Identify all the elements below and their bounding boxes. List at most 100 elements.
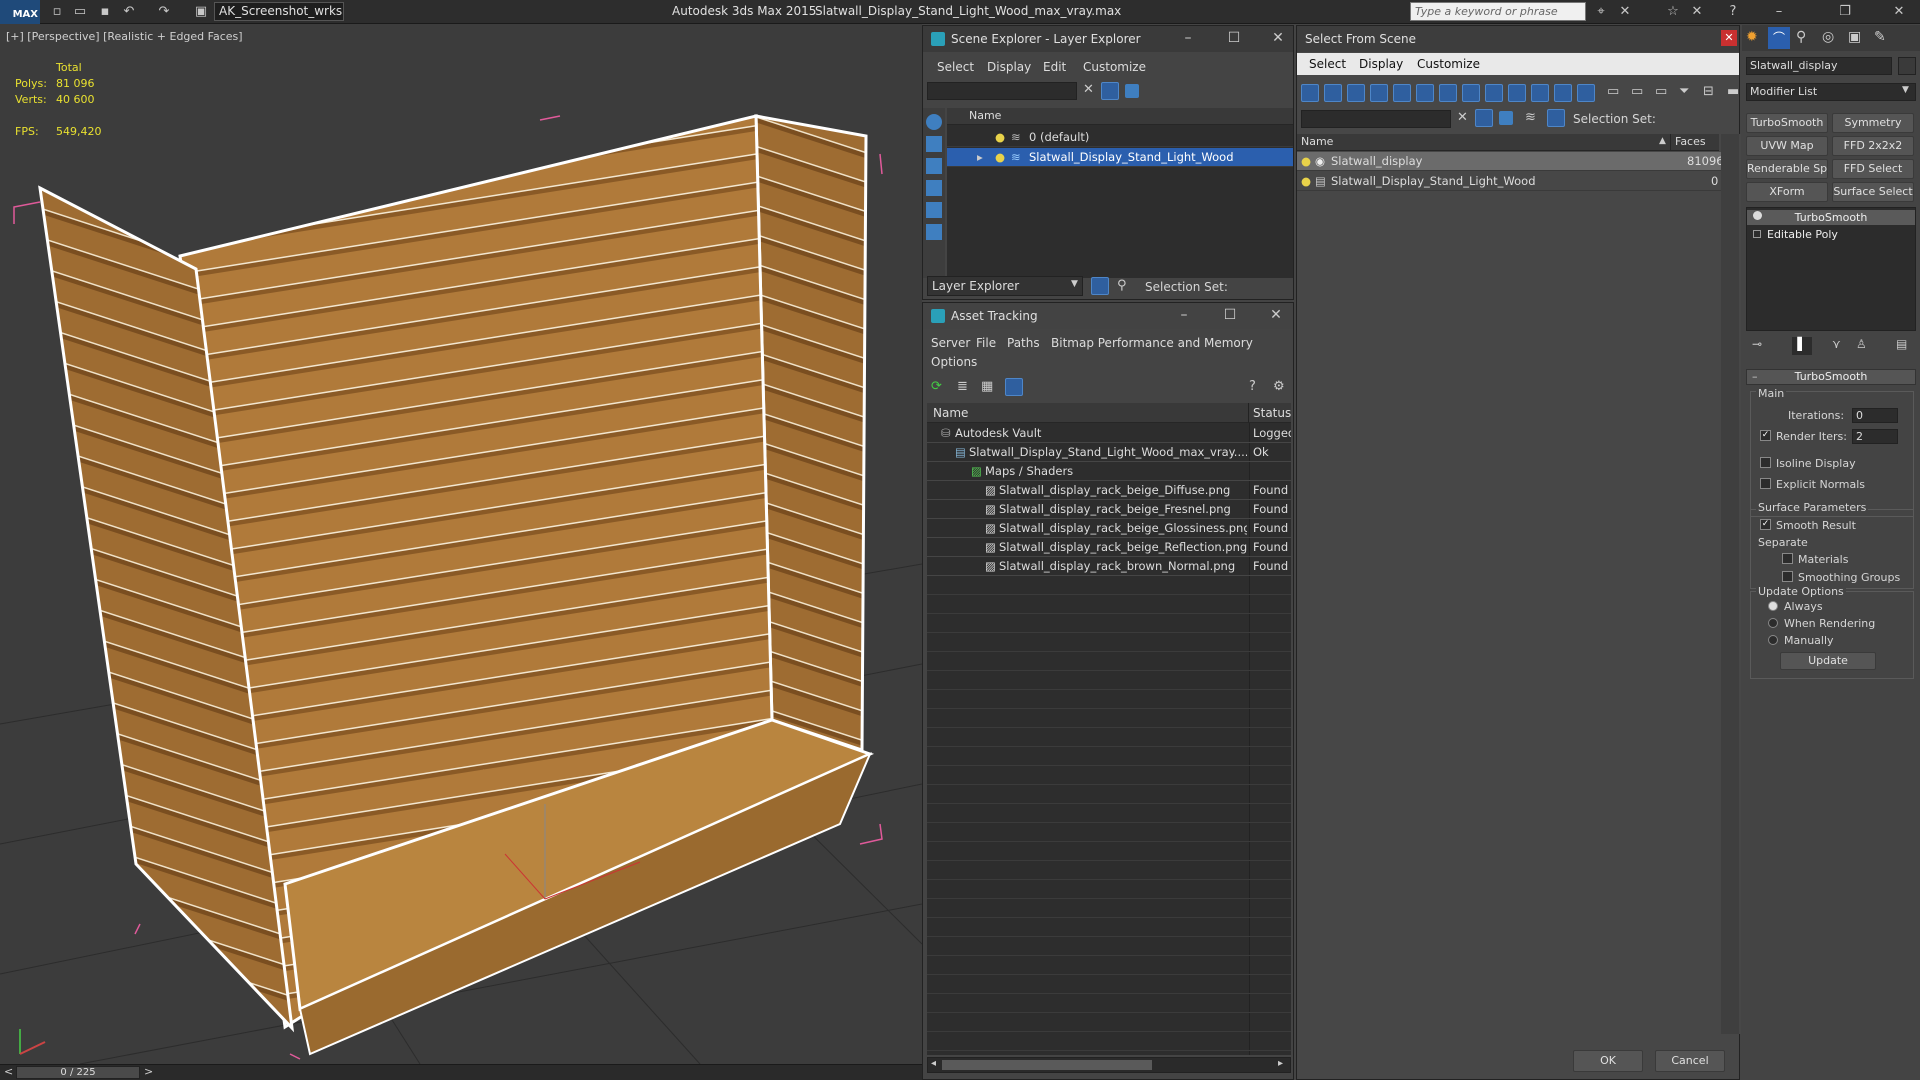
- menu-edit[interactable]: Edit: [1043, 60, 1066, 74]
- close-icon[interactable]: ✕: [1263, 26, 1293, 52]
- project-icon[interactable]: ▣: [192, 3, 210, 21]
- close-x-icon[interactable]: ✕: [1688, 3, 1706, 21]
- light-bulb-icon[interactable]: ●: [995, 148, 1005, 167]
- thumbnail-icon[interactable]: ▦: [981, 379, 993, 394]
- modify-tab-icon[interactable]: ⌒: [1768, 27, 1790, 49]
- find-input[interactable]: [927, 82, 1077, 100]
- explicit-normals-checkbox[interactable]: [1760, 478, 1771, 489]
- remove-modifier-icon[interactable]: ♙: [1856, 337, 1867, 351]
- modifier-button-ffd-select[interactable]: FFD Select: [1832, 159, 1914, 179]
- settings-icon[interactable]: ⚙: [1273, 379, 1285, 394]
- expand-arrow-icon[interactable]: ▸: [977, 148, 983, 167]
- show-end-result-icon[interactable]: ▌: [1792, 337, 1812, 355]
- maximize-icon[interactable]: ☐: [1219, 26, 1249, 52]
- clear-icon[interactable]: ✕: [1457, 110, 1468, 125]
- list-icon[interactable]: ≣: [957, 379, 968, 394]
- modifier-button-uvw-map[interactable]: UVW Map: [1746, 136, 1828, 156]
- smooth-result-checkbox[interactable]: ✓: [1760, 519, 1771, 530]
- vertical-scrollbar[interactable]: [1721, 134, 1739, 1034]
- modifier-button-ffd-2x2x2[interactable]: FFD 2x2x2: [1832, 136, 1914, 156]
- expand-icon[interactable]: [1753, 230, 1761, 238]
- display-tab-icon[interactable]: ▣: [1848, 29, 1861, 45]
- refresh-icon[interactable]: ⟳: [931, 379, 942, 394]
- materials-checkbox[interactable]: [1782, 553, 1793, 564]
- modifier-button-renderable-spline[interactable]: Renderable Spline: [1746, 159, 1828, 179]
- layers-icon[interactable]: ≋: [1525, 110, 1536, 125]
- display-geometry-icon[interactable]: [1324, 84, 1342, 102]
- motion-tab-icon[interactable]: ◎: [1822, 29, 1834, 45]
- utilities-tab-icon[interactable]: ✎: [1874, 29, 1886, 45]
- ok-button[interactable]: OK: [1573, 1050, 1643, 1072]
- object-name-field[interactable]: Slatwall_display: [1746, 57, 1892, 75]
- dropdown-arrow-icon[interactable]: ▼: [1902, 85, 1909, 95]
- smoothing-groups-checkbox[interactable]: [1782, 571, 1793, 582]
- menu-display[interactable]: Display: [987, 60, 1031, 74]
- menu-select[interactable]: Select: [1309, 57, 1346, 71]
- stack-item-turbosmooth[interactable]: TurboSmooth: [1747, 210, 1915, 225]
- pin-stack-icon[interactable]: ⊸: [1752, 337, 1762, 351]
- column-header-name[interactable]: Name: [947, 108, 1293, 125]
- column-header-name[interactable]: Name: [1297, 134, 1671, 151]
- render-iters-checkbox[interactable]: ✓: [1760, 430, 1771, 441]
- display-groups-icon[interactable]: [1462, 84, 1480, 102]
- rollout-header[interactable]: TurboSmooth: [1746, 369, 1916, 385]
- timeline-next-icon[interactable]: >: [144, 1065, 153, 1078]
- hierarchy-icon[interactable]: ⚲: [1117, 278, 1127, 293]
- minimize-icon[interactable]: –: [1173, 26, 1203, 52]
- menu-display[interactable]: Display: [1359, 57, 1403, 71]
- display-cameras-icon[interactable]: [1393, 84, 1411, 102]
- select-none-icon[interactable]: ▭: [1631, 84, 1643, 99]
- menu-server[interactable]: Server: [931, 336, 970, 350]
- asset-row[interactable]: ▨ Slatwall_display_rack_beige_Reflection.…: [927, 538, 1291, 557]
- display-shapes-icon[interactable]: [1347, 84, 1365, 102]
- new-icon[interactable]: ▫: [48, 3, 66, 21]
- display-geometry-icon[interactable]: [926, 136, 942, 152]
- asset-row[interactable]: ⛁ Autodesk Vault Logged: [927, 424, 1291, 443]
- minimize-icon[interactable]: –: [1770, 3, 1788, 21]
- menu-file[interactable]: File: [976, 336, 996, 350]
- collapse-icon[interactable]: ▬: [1727, 84, 1739, 99]
- select-all-icon[interactable]: ▭: [1607, 84, 1619, 99]
- modifier-button-turbosmooth[interactable]: TurboSmooth: [1746, 113, 1828, 133]
- clear-icon[interactable]: ✕: [1083, 82, 1094, 97]
- display-hidden-icon[interactable]: [1577, 84, 1595, 102]
- maximize-icon[interactable]: ☐: [1215, 303, 1245, 329]
- stack-item-editable-poly[interactable]: Editable Poly: [1747, 227, 1915, 242]
- hierarchy-tab-icon[interactable]: ⚲: [1796, 29, 1806, 45]
- display-lights-icon[interactable]: [1370, 84, 1388, 102]
- layer-row[interactable]: ● ≋ 0 (default): [947, 128, 1293, 147]
- asset-row[interactable]: ▨ Slatwall_display_rack_brown_Normal.png F…: [927, 557, 1291, 576]
- modifier-button-symmetry[interactable]: Symmetry: [1832, 113, 1914, 133]
- display-cameras-icon[interactable]: [926, 202, 942, 218]
- restore-icon[interactable]: ❐: [1836, 3, 1854, 21]
- binoculars-icon[interactable]: ⌖: [1592, 3, 1610, 21]
- layers-icon[interactable]: [1091, 277, 1109, 295]
- column-header-status[interactable]: Status: [1249, 403, 1291, 423]
- display-containers-icon[interactable]: [1531, 84, 1549, 102]
- display-frozen-icon[interactable]: [1554, 84, 1572, 102]
- asset-row[interactable]: ▨ Slatwall_display_rack_beige_Glossiness.…: [927, 519, 1291, 538]
- manually-radio[interactable]: [1768, 635, 1778, 645]
- display-xrefs-icon[interactable]: [1485, 84, 1503, 102]
- object-row[interactable]: ● ▤ Slatwall_Display_Stand_Light_Wood 0: [1297, 172, 1721, 191]
- asset-row[interactable]: ▨ Maps / Shaders: [927, 462, 1291, 481]
- always-radio[interactable]: [1768, 601, 1778, 611]
- app-logo[interactable]: MAX: [0, 0, 40, 24]
- menu-options[interactable]: Options: [931, 355, 977, 369]
- display-bones-icon[interactable]: [1508, 84, 1526, 102]
- scroll-left-icon[interactable]: ◂: [931, 1058, 936, 1069]
- horizontal-scrollbar[interactable]: ◂ ▸: [927, 1057, 1291, 1073]
- light-bulb-icon[interactable]: ●: [995, 128, 1005, 147]
- open-icon[interactable]: ▭: [71, 3, 89, 21]
- create-tab-icon[interactable]: ✹: [1746, 29, 1758, 45]
- menu-bitmap-performance[interactable]: Bitmap Performance and Memory: [1051, 336, 1253, 350]
- redo-icon[interactable]: ↷: [155, 3, 173, 21]
- collapse-icon[interactable]: –: [1752, 370, 1758, 383]
- close-icon[interactable]: ✕: [1261, 303, 1291, 329]
- modifier-button-xform[interactable]: XForm: [1746, 182, 1828, 202]
- save-icon[interactable]: ▪: [96, 3, 114, 21]
- display-objects-icon[interactable]: [926, 114, 942, 130]
- layer-explorer-dropdown[interactable]: Layer Explorer: [927, 276, 1083, 296]
- filter-icon[interactable]: [1101, 82, 1119, 100]
- toggle-icon[interactable]: [1499, 111, 1513, 125]
